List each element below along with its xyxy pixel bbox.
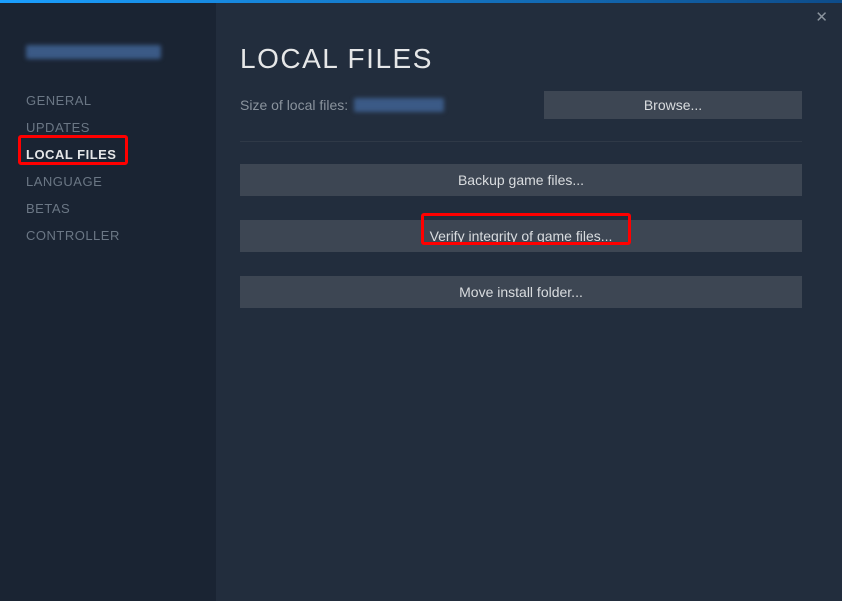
page-title: LOCAL FILES — [240, 43, 802, 75]
size-row: Size of local files: Browse... — [240, 91, 802, 142]
browse-button[interactable]: Browse... — [544, 91, 802, 119]
main-panel: LOCAL FILES Size of local files: Browse.… — [216, 3, 842, 601]
game-title-redacted — [26, 45, 161, 59]
size-label: Size of local files: — [240, 97, 348, 113]
sidebar-item-betas[interactable]: BETAS — [0, 195, 216, 222]
verify-integrity-button[interactable]: Verify integrity of game files... — [240, 220, 802, 252]
sidebar-item-updates[interactable]: UPDATES — [0, 114, 216, 141]
backup-game-files-button[interactable]: Backup game files... — [240, 164, 802, 196]
sidebar-item-local-files[interactable]: LOCAL FILES — [0, 141, 216, 168]
sidebar-item-language[interactable]: LANGUAGE — [0, 168, 216, 195]
sidebar-item-general[interactable]: GENERAL — [0, 87, 216, 114]
size-value-redacted — [354, 98, 444, 112]
sidebar-item-controller[interactable]: CONTROLLER — [0, 222, 216, 249]
app-container: GENERAL UPDATES LOCAL FILES LANGUAGE BET… — [0, 3, 842, 601]
move-install-folder-button[interactable]: Move install folder... — [240, 276, 802, 308]
sidebar: GENERAL UPDATES LOCAL FILES LANGUAGE BET… — [0, 3, 216, 601]
close-icon[interactable]: ✕ — [815, 10, 828, 25]
